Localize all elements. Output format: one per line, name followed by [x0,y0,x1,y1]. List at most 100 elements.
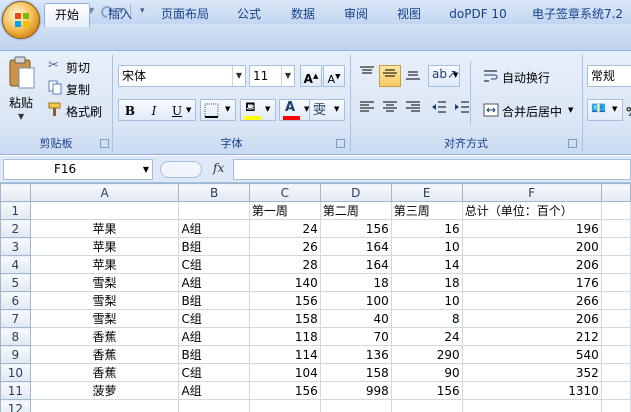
cell-f[interactable]: 1310 [461,381,602,400]
cell-b[interactable] [178,399,250,412]
tab-page-layout[interactable]: 页面布局 [152,3,218,27]
cell-g[interactable] [600,327,631,346]
cell-f[interactable]: 352 [461,363,602,382]
cell-d[interactable]: 164 [319,255,392,274]
cell-d[interactable]: 156 [319,219,392,238]
cell-d[interactable]: 164 [319,237,392,256]
cell-a[interactable]: 香蕉 [29,327,180,346]
cell-d[interactable]: 40 [319,309,392,328]
cell-c[interactable]: 118 [248,327,321,346]
cell-e[interactable]: 16 [390,219,463,238]
cell-a[interactable]: 雪梨 [29,291,180,310]
cell-b[interactable]: C组 [178,309,250,328]
font-size-combo[interactable]: 11 ▼ [249,65,295,87]
chevron-down-icon[interactable]: ▼ [143,160,149,179]
cell-c[interactable]: 156 [248,291,321,310]
align-middle-button[interactable] [379,65,401,87]
cell-f[interactable]: 176 [461,273,602,292]
cell-c[interactable]: 158 [248,309,321,328]
paste-button[interactable]: 粘贴 ▼ [4,54,40,130]
column-header-e[interactable]: E [390,183,463,202]
cell-c[interactable]: 104 [248,363,321,382]
formula-expand-control[interactable] [160,161,202,178]
cell-a[interactable] [29,399,180,412]
chevron-down-icon[interactable]: ▼ [281,66,294,86]
cell-e[interactable]: 10 [390,237,463,256]
decrease-indent-button[interactable] [428,99,450,121]
cell-g[interactable] [600,291,631,310]
percent-icon[interactable]: % [626,105,631,119]
tab-dopdf[interactable]: doPDF 10 [440,3,516,27]
cell-f[interactable]: 200 [461,237,602,256]
cell-d[interactable]: 100 [319,291,392,310]
chevron-down-icon[interactable]: ▼ [453,71,458,79]
cell-c[interactable]: 114 [248,345,321,364]
increase-indent-button[interactable] [451,99,473,121]
cell-e[interactable]: 8 [390,309,463,328]
row-header[interactable]: 1 [0,201,31,220]
chevron-down-icon[interactable]: ▼ [334,105,339,113]
cell-b[interactable]: A组 [178,327,250,346]
cell-g[interactable] [600,255,631,274]
cell-b[interactable]: C组 [178,255,250,274]
row-header[interactable]: 4 [0,255,31,274]
row-header[interactable]: 5 [0,273,31,292]
grow-font-button[interactable]: A▲ [300,65,322,87]
cell-d[interactable]: 998 [319,381,392,400]
cell-a[interactable]: 菠萝 [29,381,180,400]
cell-b[interactable]: A组 [178,381,250,400]
tab-home[interactable]: 开始 [44,3,90,27]
cell-c[interactable] [248,399,321,412]
column-header-c[interactable]: C [248,183,321,202]
cell-g[interactable] [600,219,631,238]
cell-a[interactable]: 苹果 [29,237,180,256]
column-header-g[interactable] [600,183,631,202]
row-header[interactable]: 2 [0,219,31,238]
cell-b[interactable] [178,201,250,220]
cell-f[interactable] [461,399,602,412]
cell-a[interactable]: 苹果 [29,255,180,274]
cell-b[interactable]: A组 [178,219,250,238]
paste-dropdown-icon[interactable]: ▼ [18,112,24,121]
cell-d[interactable]: 第二周 [319,201,392,220]
cell-f[interactable]: 540 [461,345,602,364]
office-button[interactable] [2,1,40,39]
format-painter-button[interactable]: 格式刷 [48,101,108,119]
column-header-b[interactable]: B [178,183,250,202]
column-header-a[interactable]: A [29,183,180,202]
chevron-down-icon[interactable]: ▼ [225,105,230,113]
cell-b[interactable]: B组 [178,345,250,364]
cell-e[interactable]: 10 [390,291,463,310]
cell-f[interactable]: 196 [461,219,602,238]
borders-button[interactable]: ▼ [200,99,236,121]
cell-e[interactable]: 24 [390,327,463,346]
cell-g[interactable] [600,201,631,220]
cell-e[interactable]: 290 [390,345,463,364]
cell-g[interactable] [600,363,631,382]
align-left-button[interactable] [356,99,378,121]
copy-button[interactable]: 复制 [48,79,108,97]
cell-f[interactable]: 206 [461,255,602,274]
cell-c[interactable]: 26 [248,237,321,256]
cell-c[interactable]: 28 [248,255,321,274]
cell-d[interactable] [319,399,392,412]
cell-b[interactable]: B组 [178,291,250,310]
cell-g[interactable] [600,309,631,328]
align-bottom-button[interactable] [402,65,424,87]
cell-e[interactable]: 14 [390,255,463,274]
cell-c[interactable]: 140 [248,273,321,292]
column-header-f[interactable]: F [461,183,602,202]
cell-a[interactable]: 雪梨 [29,309,180,328]
underline-button[interactable]: U [166,100,188,122]
align-center-button[interactable] [379,99,401,121]
cell-g[interactable] [600,399,631,412]
insert-function-button[interactable]: fx [213,161,224,175]
font-name-combo[interactable]: 宋体 ▼ [118,65,246,87]
cell-a[interactable]: 雪梨 [29,273,180,292]
cell-d[interactable]: 70 [319,327,392,346]
cell-a[interactable]: 香蕉 [29,363,180,382]
cell-c[interactable]: 24 [248,219,321,238]
orientation-button[interactable]: ab↗ ▼ [428,65,460,87]
row-header[interactable]: 11 [0,381,31,400]
cell-g[interactable] [600,273,631,292]
